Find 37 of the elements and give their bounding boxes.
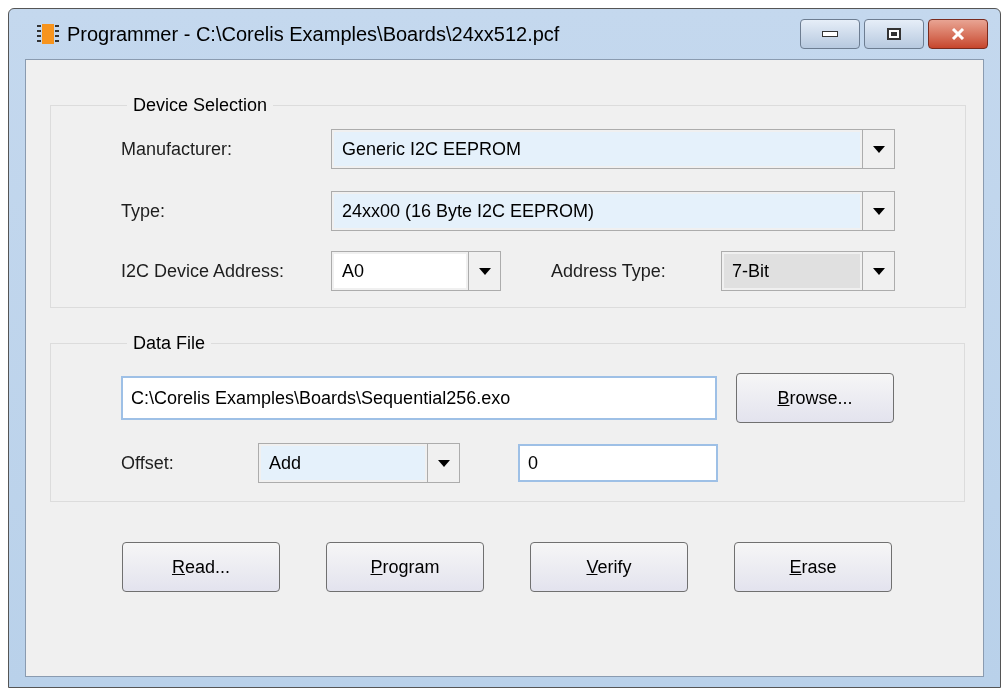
button[interactable]: Program (326, 542, 484, 592)
caret-icon (437, 459, 450, 467)
window-title: Programmer - C:\Corelis Examples\Boards\24xx512.pcf (67, 22, 560, 47)
minimize-icon (822, 31, 838, 37)
dropdown-value: 7-Bit (732, 259, 769, 283)
maximize-icon (887, 28, 901, 40)
field-label: I2C Device Address: (121, 259, 286, 283)
dropdown[interactable]: 24xx00 (16 Byte I2C EEPROM) (331, 191, 895, 231)
dropdown[interactable]: A0 (331, 251, 501, 291)
caret-icon (872, 267, 885, 275)
button[interactable]: Read... (122, 542, 280, 592)
dropdown-value: 24xx00 (16 Byte I2C EEPROM) (342, 199, 595, 223)
caret-icon (872, 207, 885, 215)
dropdown[interactable]: Generic I2C EEPROM (331, 129, 895, 169)
dropdown[interactable]: Add (258, 443, 460, 483)
group-title: Device Selection (132, 94, 269, 117)
maximize-button[interactable] (864, 19, 924, 49)
offset-field[interactable]: 0 (518, 444, 718, 482)
minimize-button[interactable] (800, 19, 860, 49)
close-button[interactable] (928, 19, 988, 49)
field-label: Type: (121, 199, 167, 223)
field-label: Address Type: (551, 259, 667, 283)
caret-icon (478, 267, 491, 275)
dropdown[interactable]: 7-Bit (721, 251, 895, 291)
button[interactable]: Browse... (736, 373, 894, 423)
dropdown-value: Generic I2C EEPROM (342, 137, 522, 161)
caret-icon (872, 145, 885, 153)
field-label: Manufacturer: (121, 137, 234, 161)
group-title: Data File (132, 332, 207, 355)
button[interactable]: Erase (734, 542, 892, 592)
dropdown-value: A0 (342, 259, 365, 283)
chip-icon (37, 23, 59, 45)
dropdown-value: Add (269, 451, 302, 475)
close-icon (951, 28, 965, 40)
field-label: Offset: (121, 451, 175, 475)
button[interactable]: Verify (530, 542, 688, 592)
file-path-field[interactable]: C:\Corelis Examples\Boards\Sequential256.exo (121, 376, 717, 420)
